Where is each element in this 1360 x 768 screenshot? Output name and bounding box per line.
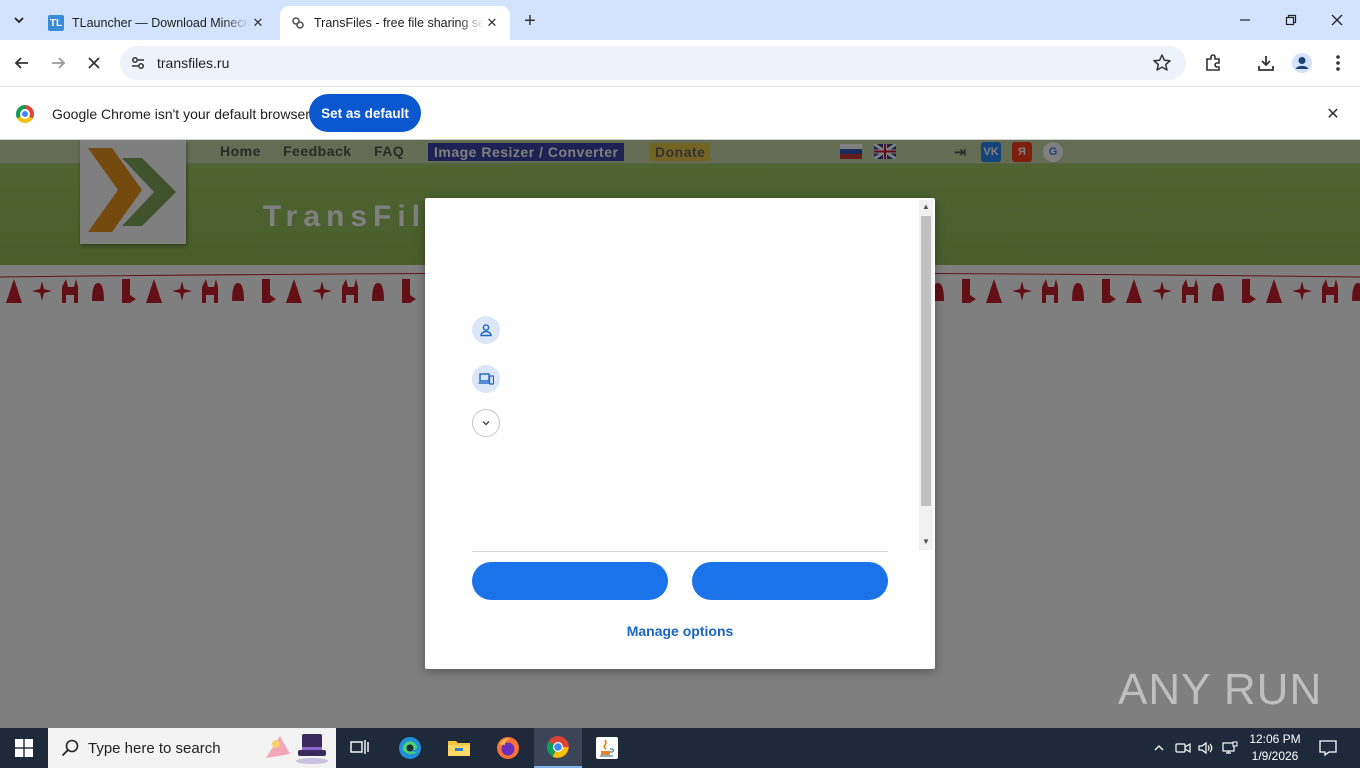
arrow-left-icon (14, 57, 28, 69)
restore-button[interactable] (1268, 0, 1314, 40)
profile-button[interactable] (1291, 52, 1313, 74)
file-explorer-taskbar-button[interactable] (435, 728, 483, 768)
consent-primary-button-right[interactable] (692, 562, 888, 600)
address-url[interactable]: transfiles.ru (157, 55, 229, 71)
arrow-right-icon (52, 57, 66, 69)
purpose-device-storage (472, 365, 500, 393)
speaker-icon (1198, 741, 1213, 755)
purpose-personal-data (472, 316, 500, 344)
scroll-up-arrow-icon[interactable]: ▲ (922, 203, 930, 211)
restore-icon (1285, 14, 1297, 26)
back-button[interactable] (8, 49, 36, 77)
task-view-icon (350, 740, 369, 754)
network-tray-button[interactable] (1220, 728, 1240, 768)
infobar-message: Google Chrome isn't your default browser (52, 106, 310, 122)
start-button[interactable] (0, 728, 48, 768)
notification-icon (1319, 740, 1337, 756)
chrome-icon (546, 736, 569, 758)
taskbar-search-box[interactable]: Type here to search (48, 728, 336, 768)
close-window-button[interactable] (1314, 0, 1360, 40)
edge-icon (399, 737, 421, 759)
dialog-divider (472, 551, 888, 552)
star-icon[interactable] (1152, 53, 1172, 73)
tlauncher-favicon-icon: TL (48, 15, 64, 31)
download-icon (1258, 56, 1274, 71)
clock-time: 12:06 PM (1249, 732, 1301, 746)
close-infobar-icon[interactable]: ✕ (1324, 105, 1342, 123)
close-tab-icon[interactable]: ✕ (484, 15, 500, 31)
tab-title: TLauncher — Download Minecraft (72, 16, 250, 30)
expand-purposes-button[interactable] (472, 409, 500, 437)
forward-button[interactable] (44, 49, 72, 77)
java-icon (596, 737, 618, 759)
task-view-button[interactable] (336, 728, 384, 768)
watermark-text: ANY RUN (1118, 665, 1323, 714)
devices-icon (478, 373, 494, 385)
meet-now-tray-button[interactable] (1174, 728, 1192, 768)
person-icon (480, 324, 492, 337)
new-tab-button[interactable]: + (518, 9, 542, 33)
minimize-button[interactable] (1222, 0, 1268, 40)
windows-logo-icon (15, 739, 33, 757)
network-icon (1222, 741, 1238, 754)
stop-loading-button[interactable] (80, 49, 108, 77)
tab-search-button[interactable] (6, 7, 32, 33)
consent-primary-button-left[interactable] (472, 562, 668, 600)
extensions-button[interactable] (1202, 52, 1224, 74)
chevron-down-icon (14, 17, 24, 24)
close-icon (1331, 14, 1343, 26)
tab-strip: TL TLauncher — Download Minecraft ✕ Tran… (0, 0, 1360, 40)
show-hidden-icons-button[interactable] (1150, 728, 1168, 768)
scroll-down-arrow-icon[interactable]: ▼ (922, 538, 930, 546)
address-bar[interactable]: transfiles.ru (120, 46, 1186, 80)
site-settings-favicon-icon (290, 15, 306, 31)
camera-icon (1175, 742, 1191, 754)
folder-icon (448, 741, 470, 756)
dialog-scrollbar[interactable]: ▲ ▼ (919, 200, 933, 550)
default-browser-infobar: Google Chrome isn't your default browser… (0, 86, 1360, 140)
search-placeholder: Type here to search (88, 740, 221, 757)
scrollbar-thumb[interactable] (921, 216, 931, 506)
dialog-scroll-area[interactable]: ▲ ▼ (425, 198, 935, 550)
search-icon (61, 739, 79, 757)
consent-dialog: ▲ ▼ Manage options (425, 198, 935, 669)
volume-tray-button[interactable] (1197, 728, 1215, 768)
site-settings-icon[interactable] (129, 54, 147, 72)
chrome-taskbar-button[interactable] (534, 728, 582, 768)
windows-taskbar: Type here to search 12:06 PM 1/9/2026 (0, 728, 1360, 768)
clock-date: 1/9/2026 (1251, 749, 1299, 763)
puzzle-icon (1206, 54, 1220, 71)
avatar-icon (1292, 53, 1312, 73)
firefox-taskbar-button[interactable] (484, 728, 532, 768)
tab-tlauncher[interactable]: TL TLauncher — Download Minecraft ✕ (38, 6, 276, 40)
anyrun-watermark: ANY RUN (1118, 660, 1322, 720)
java-taskbar-button[interactable] (583, 728, 631, 768)
taskbar-clock[interactable]: 12:06 PM 1/9/2026 (1238, 731, 1312, 765)
kebab-menu-icon (1336, 55, 1340, 71)
minimize-icon (1240, 19, 1250, 21)
set-as-default-button[interactable]: Set as default (309, 94, 421, 132)
close-icon (88, 57, 100, 69)
chevron-down-icon (482, 421, 490, 426)
firefox-icon (497, 737, 519, 759)
tab-title: TransFiles - free file sharing service (314, 16, 484, 30)
downloads-button[interactable] (1255, 52, 1277, 74)
chrome-menu-button[interactable] (1327, 52, 1349, 74)
tab-transfiles[interactable]: TransFiles - free file sharing service ✕ (280, 6, 510, 40)
chevron-up-icon (1154, 745, 1164, 751)
manage-options-link[interactable]: Manage options (425, 623, 935, 639)
close-tab-icon[interactable]: ✕ (250, 15, 266, 31)
chrome-logo-icon (16, 105, 34, 123)
notifications-button[interactable] (1316, 728, 1340, 768)
browser-toolbar: transfiles.ru (0, 40, 1360, 86)
search-highlight-illustration-icon (266, 734, 328, 764)
edge-taskbar-button[interactable] (386, 728, 434, 768)
